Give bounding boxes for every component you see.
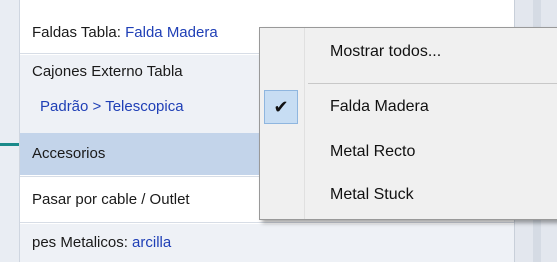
menu-separator <box>308 83 557 84</box>
menu-item-metal-stuck[interactable]: Metal Stuck <box>260 178 557 212</box>
menu-item-mostrar-todos[interactable]: Mostrar todos... <box>260 35 557 69</box>
menu-item-label: Metal Recto <box>330 143 416 160</box>
property-value[interactable]: Padrão > Telescopica <box>40 98 184 115</box>
menu-item-label: Mostrar todos... <box>330 43 442 60</box>
property-label: pes Metalicos: <box>32 234 128 251</box>
menu-item-falda-madera[interactable]: Falda Madera <box>260 90 557 124</box>
section-label: Accesorios <box>32 145 106 162</box>
accent-marker <box>0 143 20 146</box>
property-value[interactable]: arcilla <box>132 234 171 251</box>
menu-item-metal-recto[interactable]: Metal Recto <box>260 135 557 169</box>
property-label: Faldas Tabla: <box>32 24 121 41</box>
property-label: Pasar por cable / Outlet <box>32 191 190 208</box>
menu-item-label: Falda Madera <box>330 98 429 115</box>
property-label: Cajones Externo Tabla <box>32 63 183 80</box>
menu-item-label: Metal Stuck <box>330 186 414 203</box>
property-row-pies[interactable]: pes Metalicos: arcilla <box>20 224 515 262</box>
context-menu: Mostrar todos... ✔ Falda Madera Metal Re… <box>259 27 557 220</box>
property-value[interactable]: Falda Madera <box>125 24 218 41</box>
divider <box>20 222 515 223</box>
